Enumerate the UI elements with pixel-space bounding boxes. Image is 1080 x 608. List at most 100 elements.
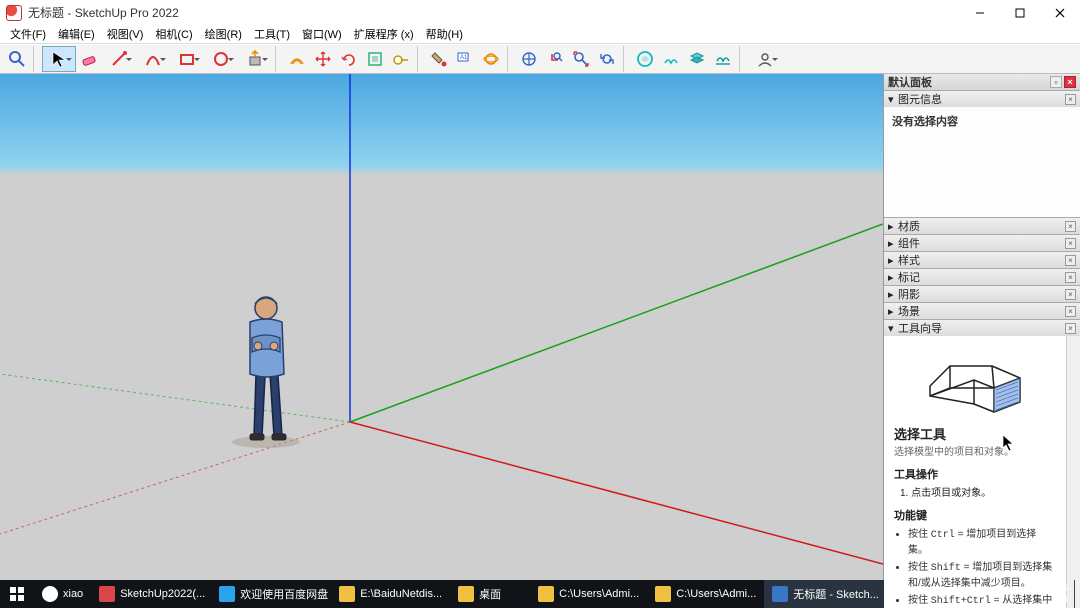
offset-tool[interactable]: [284, 46, 310, 72]
tray-close-button[interactable]: ×: [1064, 76, 1076, 88]
taskbar-item-label: 桌面: [479, 586, 501, 602]
entity-info-body: 没有选择内容: [884, 107, 1080, 217]
menu-item[interactable]: 编辑(E): [52, 25, 101, 43]
key-item: 按住 Shift = 增加项目到选择集和/或从选择集中减少项目。: [908, 558, 1056, 589]
section-head[interactable]: ▸ 材质 ×: [884, 218, 1080, 234]
zoom-tool[interactable]: [4, 46, 30, 72]
scale-figure-icon: [232, 297, 300, 448]
move-tool[interactable]: [310, 46, 336, 72]
zoom-extents-tool[interactable]: [568, 46, 594, 72]
extension-tool[interactable]: [658, 46, 684, 72]
eraser-tool[interactable]: [76, 46, 102, 72]
section-head-entity-info[interactable]: ▾ 图元信息 ×: [884, 91, 1080, 107]
section-head[interactable]: ▸ 阴影 ×: [884, 286, 1080, 302]
start-button[interactable]: [0, 587, 34, 601]
rectangle-tool[interactable]: [170, 46, 204, 72]
menu-item[interactable]: 绘图(R): [199, 25, 248, 43]
viewport-resize-edge[interactable]: [0, 577, 883, 580]
scale-tool[interactable]: [362, 46, 388, 72]
section-close-button[interactable]: ×: [1065, 289, 1076, 300]
expand-arrow-icon: ▸: [888, 254, 898, 267]
user-tool[interactable]: [748, 46, 782, 72]
menu-item[interactable]: 窗口(W): [296, 25, 348, 43]
prev-view-tool[interactable]: [594, 46, 620, 72]
section-close-button[interactable]: ×: [1065, 221, 1076, 232]
close-button[interactable]: [1040, 0, 1080, 25]
section-label: 组件: [898, 235, 920, 251]
app-name: SketchUp Pro 2022: [75, 6, 179, 20]
layers-tool[interactable]: [684, 46, 710, 72]
section-head[interactable]: ▸ 样式 ×: [884, 252, 1080, 268]
menu-item[interactable]: 扩展程序 (x): [348, 25, 420, 43]
instructor-cursor-icon: [1002, 434, 1014, 452]
menu-item[interactable]: 相机(C): [149, 25, 198, 43]
pushpull-tool[interactable]: [238, 46, 272, 72]
model-viewport[interactable]: [0, 74, 883, 580]
section-head[interactable]: ▸ 组件 ×: [884, 235, 1080, 251]
doc-title: 无标题: [28, 6, 64, 20]
section-close-button[interactable]: ×: [1065, 238, 1076, 249]
tray-title-bar[interactable]: 默认面板 ▫ ×: [884, 74, 1080, 91]
menu-item[interactable]: 视图(V): [101, 25, 150, 43]
toolbar-separator: [275, 46, 281, 72]
taskbar-item[interactable]: 桌面: [450, 580, 530, 608]
section-close-button[interactable]: ×: [1065, 323, 1076, 334]
show-desktop-button[interactable]: [1074, 580, 1080, 608]
paint-tool[interactable]: [426, 46, 452, 72]
menu-item[interactable]: 帮助(H): [420, 25, 469, 43]
maximize-button[interactable]: [1000, 0, 1040, 25]
select-tool[interactable]: [42, 46, 76, 72]
section-collapsed: ▸ 场景 ×: [884, 303, 1080, 320]
text-tool[interactable]: A1: [452, 46, 478, 72]
tape-tool[interactable]: [388, 46, 414, 72]
taskbar-item[interactable]: E:\BaiduNetdis...: [331, 580, 450, 608]
taskbar-item[interactable]: C:\Users\Admi...: [530, 580, 647, 608]
menu-item[interactable]: 文件(F): [4, 25, 52, 43]
key-item: 按住 Shift+Ctrl = 从选择集中减少项目。: [908, 591, 1056, 608]
instructor-scrollbar[interactable]: [1066, 336, 1080, 608]
taskbar-user[interactable]: xiao: [34, 580, 91, 608]
circle-tool[interactable]: [204, 46, 238, 72]
orbit-tool[interactable]: [478, 46, 504, 72]
pan-tool[interactable]: [516, 46, 542, 72]
taskbar-item-label: C:\Users\Admi...: [559, 588, 639, 600]
tool-subtitle: 选择模型中的项目和对象。: [894, 443, 1056, 458]
taskbar-item[interactable]: SketchUp2022(...: [91, 580, 211, 608]
taskbar-item[interactable]: 欢迎使用百度网盘: [211, 580, 331, 608]
taskbar-app-icon: [538, 586, 554, 602]
taskbar-item[interactable]: 无标题 - Sketch...: [764, 580, 884, 608]
menu-item[interactable]: 工具(T): [248, 25, 296, 43]
keys-heading: 功能键: [894, 507, 1056, 523]
tray-pin-button[interactable]: ▫: [1050, 76, 1062, 88]
taskbar-user-label: xiao: [63, 588, 83, 600]
zoom-region-tool[interactable]: [542, 46, 568, 72]
section-label: 材质: [898, 218, 920, 234]
arc-tool[interactable]: [136, 46, 170, 72]
section-close-button[interactable]: ×: [1065, 94, 1076, 105]
instructor-body: 选择工具 选择模型中的项目和对象。 工具操作 1. 点击项目或对象。 功能键 按…: [884, 336, 1066, 608]
expand-arrow-icon: ▸: [888, 220, 898, 233]
section-head[interactable]: ▸ 场景 ×: [884, 303, 1080, 319]
section-head[interactable]: ▸ 标记 ×: [884, 269, 1080, 285]
taskbar-item-label: E:\BaiduNetdis...: [360, 588, 442, 600]
rotate-tool[interactable]: [336, 46, 362, 72]
outliner-tool[interactable]: [710, 46, 736, 72]
section-label: 场景: [898, 303, 920, 319]
warehouse-tool[interactable]: [632, 46, 658, 72]
taskbar-app-icon: [219, 586, 235, 602]
key-item: 按住 Ctrl = 增加项目到选择集。: [908, 525, 1056, 556]
section-label: 阴影: [898, 286, 920, 302]
section-head-instructor[interactable]: ▾ 工具向导 ×: [884, 320, 1080, 336]
section-close-button[interactable]: ×: [1065, 255, 1076, 266]
line-tool[interactable]: [102, 46, 136, 72]
taskbar-item-label: 欢迎使用百度网盘: [240, 586, 328, 602]
section-entity-info: ▾ 图元信息 × 没有选择内容: [884, 91, 1080, 218]
section-close-button[interactable]: ×: [1065, 306, 1076, 317]
tray-title: 默认面板: [888, 74, 932, 90]
minimize-button[interactable]: [960, 0, 1000, 25]
taskbar-item[interactable]: C:\Users\Admi...: [647, 580, 764, 608]
operation-step: 1. 点击项目或对象。: [900, 484, 1056, 499]
section-close-button[interactable]: ×: [1065, 272, 1076, 283]
toolbar-separator: [33, 46, 39, 72]
section-collapsed: ▸ 组件 ×: [884, 235, 1080, 252]
